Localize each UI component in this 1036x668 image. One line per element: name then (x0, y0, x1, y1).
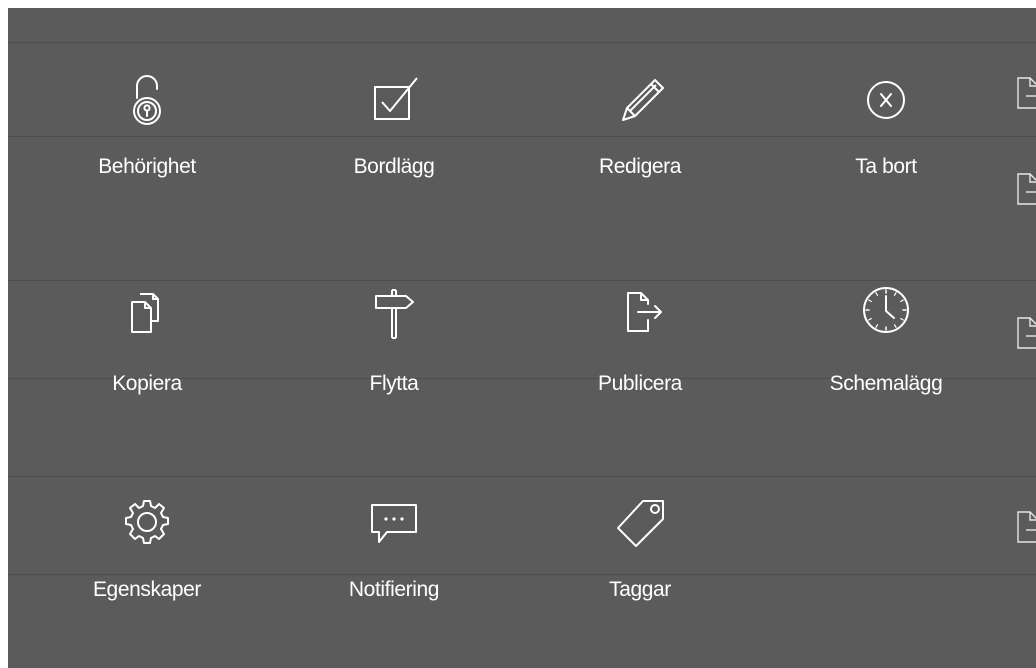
unlock-icon (47, 67, 247, 131)
ta-bort-label: Ta bort (855, 155, 917, 178)
notifiering-label: Notifiering (348, 578, 440, 601)
gear-icon (47, 492, 247, 556)
taggar-label: Taggar (609, 578, 671, 601)
taggar-button[interactable]: Taggar (540, 492, 740, 632)
delete-circle-icon (786, 67, 986, 131)
notifiering-button[interactable]: Notifiering (294, 492, 494, 632)
tag-icon (540, 492, 740, 556)
behorighet-label: Behörighet (98, 155, 196, 178)
signpost-icon (294, 280, 494, 344)
kopiera-button[interactable]: Kopiera (47, 280, 247, 420)
document-icon[interactable] (1014, 76, 1036, 110)
publish-icon (540, 280, 740, 344)
redigera-label: Redigera (598, 155, 682, 178)
document-icon[interactable] (1014, 510, 1036, 544)
checkbox-icon (294, 67, 494, 131)
flytta-button[interactable]: Flytta (294, 280, 494, 420)
publicera-button[interactable]: Publicera (540, 280, 740, 420)
copy-icon (47, 280, 247, 344)
schemalagg-label: Schemalägg (829, 372, 943, 395)
ta-bort-button[interactable]: Ta bort (786, 67, 986, 207)
egenskaper-button[interactable]: Egenskaper (47, 492, 247, 632)
document-icon[interactable] (1014, 172, 1036, 206)
flytta-label: Flytta (369, 372, 419, 395)
pencil-icon (540, 67, 740, 131)
schemalagg-button[interactable]: Schemalägg (786, 280, 986, 420)
document-icon[interactable] (1014, 316, 1036, 350)
bordlagg-label: Bordlägg (353, 155, 435, 178)
background-row-divider (8, 42, 1036, 43)
behorighet-button[interactable]: Behörighet (47, 67, 247, 207)
bordlagg-button[interactable]: Bordlägg (294, 67, 494, 207)
background-row-divider (8, 476, 1036, 477)
egenskaper-label: Egenskaper (92, 578, 202, 601)
speech-bubble-icon (294, 492, 494, 556)
clock-icon (786, 280, 986, 344)
publicera-label: Publicera (598, 372, 682, 395)
kopiera-label: Kopiera (112, 372, 182, 395)
redigera-button[interactable]: Redigera (540, 67, 740, 207)
actions-overlay-panel: Behörighet Bordlägg Redigera Ta bort Kop… (8, 8, 1036, 668)
